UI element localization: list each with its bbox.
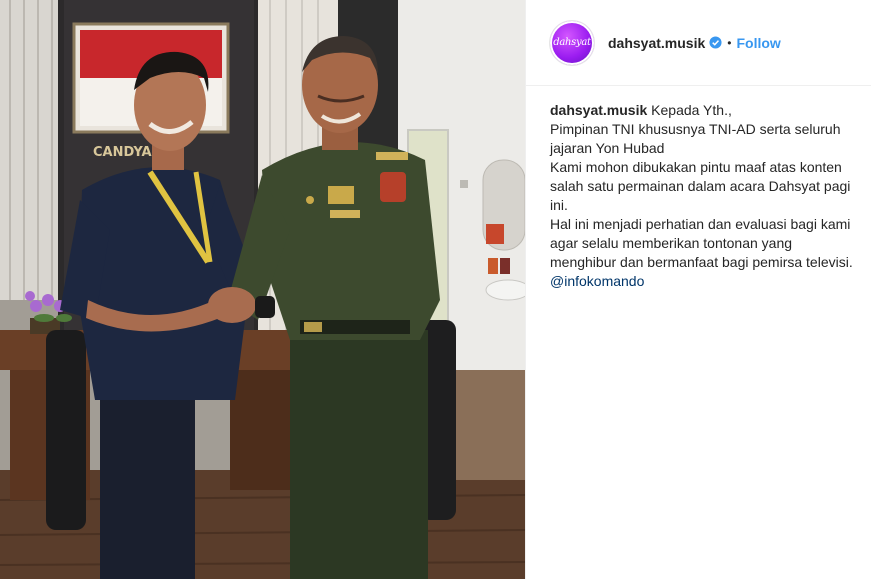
verified-badge-icon: [709, 36, 722, 49]
user-avatar[interactable]: dahsyat: [550, 20, 594, 65]
post-header: dahsyat dahsyat.musik • Follow: [526, 0, 871, 86]
caption-line-4: Hal ini menjadi perhatian dan evaluasi b…: [550, 215, 857, 291]
caption-text-4: Hal ini menjadi perhatian dan evaluasi b…: [550, 216, 853, 270]
instagram-post: CANDYA MA dahsyat dahsyat.musik • Follow…: [0, 0, 881, 579]
photo-illustration: CANDYA MA: [0, 0, 525, 579]
follow-button[interactable]: Follow: [736, 35, 780, 51]
caption-line-1: dahsyat.musik Kepada Yth.,: [550, 101, 857, 120]
caption-text-1: Kepada Yth.,: [651, 102, 732, 118]
caption-line-2: Pimpinan TNI khususnya TNI-AD serta selu…: [550, 121, 841, 156]
caption-username-link[interactable]: dahsyat.musik: [550, 102, 647, 118]
post-photo[interactable]: CANDYA MA: [0, 0, 525, 579]
separator-dot: •: [727, 35, 732, 50]
avatar-logo-text: dahsyat: [553, 37, 591, 48]
username-link[interactable]: dahsyat.musik: [608, 35, 705, 51]
post-sidebar: dahsyat dahsyat.musik • Follow dahsyat.m…: [525, 0, 881, 579]
post-caption: dahsyat.musik Kepada Yth., Pimpinan TNI …: [526, 86, 881, 291]
caption-line-3: Kami mohon dibukakan pintu maaf atas kon…: [550, 159, 851, 213]
mention-link[interactable]: @infokomando: [550, 273, 644, 289]
